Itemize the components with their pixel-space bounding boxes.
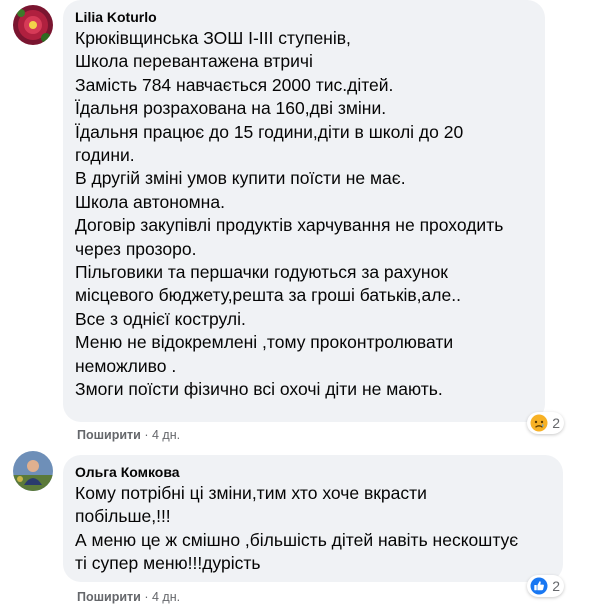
comment-line: побільше,!!! [75, 506, 171, 527]
comment-line: Школа автономна. [75, 191, 225, 212]
reaction-count: 2 [552, 578, 560, 594]
comment-line: Школа перевантажена втричі [75, 51, 313, 72]
avatar[interactable] [13, 5, 53, 45]
meta-separator: · [144, 428, 149, 442]
avatar-image [13, 5, 53, 45]
comment-actions: Поширити · 4 дн. [77, 590, 180, 604]
comment-line: В другій зміні умов купити поїсти не має… [75, 168, 406, 189]
comment-author[interactable]: Lilia Koturlo [75, 8, 533, 26]
comment-text: Крюківщинська ЗОШ I-III ступенів, Школа … [75, 27, 533, 402]
comment-line: Змоги поїсти фізично всі охочі діти не м… [75, 379, 443, 400]
comment-line: Договір закупівлі продуктів харчування н… [75, 215, 504, 236]
comment-bubble: Ольга Комкова Кому потрібні ці зміни,тим… [63, 455, 563, 582]
comment-line: Крюківщинська ЗОШ I-III ступенів, [75, 28, 351, 48]
comment-line: Замість 784 навчається 2000 тис.дітей. [75, 74, 394, 95]
comment-line: А меню це ж смішно ,більшість дітей наві… [75, 529, 519, 550]
comment-line: Їдальня працює до 15 години,діти в школі… [75, 121, 464, 142]
comment-text: Кому потрібні ці зміни,тим хто хоче вкра… [75, 482, 551, 576]
comment-line: ті супер меню!!!дурість [75, 553, 261, 574]
comment-line: Все з однієї кострулі. [75, 308, 246, 329]
comment-author[interactable]: Ольга Комкова [75, 463, 551, 481]
like-thumb-icon [530, 577, 548, 595]
avatar[interactable] [13, 451, 53, 491]
comment-line: Меню не відокремлені ,тому проконтролюва… [75, 332, 454, 353]
sad-face-icon [530, 414, 548, 432]
comment-line: Їдальня розрахована на 160,дві зміни. [75, 98, 387, 119]
comment-line: години. [75, 145, 135, 166]
share-link[interactable]: Поширити [77, 590, 141, 604]
comment-timestamp[interactable]: 4 дн. [152, 590, 180, 604]
reaction-count: 2 [552, 415, 560, 431]
comment-bubble: Lilia Koturlo Крюківщинська ЗОШ I-III ст… [63, 0, 545, 422]
reaction-summary[interactable]: 2 [527, 412, 564, 434]
comment-line: Пільговики та першачки годуються за раху… [75, 262, 448, 283]
comment-actions: Поширити · 4 дн. [77, 428, 180, 442]
comment-timestamp[interactable]: 4 дн. [152, 428, 180, 442]
comment-line: Кому потрібні ці зміни,тим хто хоче вкра… [75, 483, 427, 503]
comment-line: неможливо . [75, 355, 177, 376]
reaction-summary[interactable]: 2 [527, 575, 564, 597]
avatar-image [13, 451, 53, 491]
comment-line: місцевого бюджету,решта за гроші батьків… [75, 285, 461, 306]
meta-separator: · [144, 590, 149, 604]
share-link[interactable]: Поширити [77, 428, 141, 442]
comment-line: через прозоро. [75, 238, 197, 259]
